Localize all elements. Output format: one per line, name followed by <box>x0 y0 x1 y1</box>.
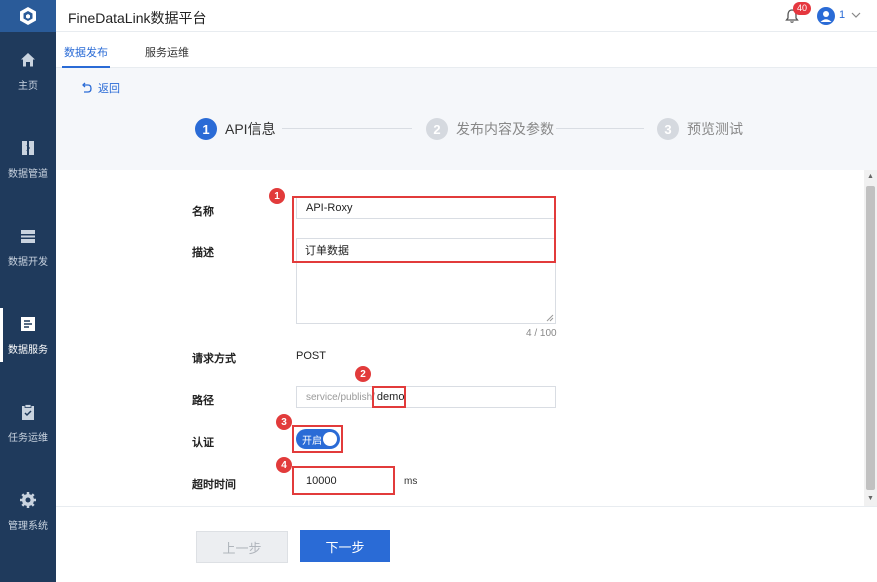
step-number: 3 <box>657 118 679 140</box>
prev-step-button[interactable]: 上一步 <box>196 531 288 563</box>
steps-area: 返回 1 API信息 2 发布内容及参数 3 预览测试 <box>56 68 877 170</box>
sidebar-item-dev[interactable]: 数据开发 <box>0 212 56 282</box>
step-publish-params: 2 发布内容及参数 <box>426 118 554 140</box>
desc-label: 描述 <box>192 247 214 259</box>
home-icon <box>21 52 35 66</box>
step-number: 1 <box>195 118 217 140</box>
notification-badge: 40 <box>793 2 812 15</box>
sidebar: 主页 数据管道 数据开发 数据服务 任务运维 管理系统 <box>0 0 56 582</box>
step-label: 预览测试 <box>687 121 743 137</box>
step-connector <box>556 128 644 129</box>
marker-1: 1 <box>269 188 285 204</box>
highlight-path <box>372 386 406 408</box>
marker-2: 2 <box>355 366 371 382</box>
sidebar-item-ops[interactable]: 任务运维 <box>0 388 56 458</box>
highlight-auth <box>292 425 343 453</box>
name-label: 名称 <box>192 206 214 218</box>
chevron-down-icon[interactable] <box>850 9 862 21</box>
scrollbar-thumb[interactable] <box>866 186 875 490</box>
sidebar-item-label: 管理系统 <box>8 520 48 532</box>
service-icon <box>21 316 35 331</box>
sidebar-item-label: 主页 <box>18 80 38 92</box>
user-avatar-icon[interactable] <box>817 7 835 25</box>
timeout-unit: ms <box>404 476 418 487</box>
highlight-name-desc <box>292 196 556 263</box>
sidebar-item-label: 任务运维 <box>8 432 48 444</box>
char-counter: 4 / 100 <box>526 328 557 339</box>
dev-icon <box>21 229 35 243</box>
back-arrow-icon <box>82 82 92 93</box>
marker-3: 3 <box>276 414 292 430</box>
step-label: API信息 <box>225 121 276 137</box>
sidebar-item-home[interactable]: 主页 <box>0 36 56 106</box>
next-step-button[interactable]: 下一步 <box>300 530 390 562</box>
sidebar-item-label: 数据开发 <box>8 256 48 268</box>
sidebar-item-admin[interactable]: 管理系统 <box>0 476 56 546</box>
pipeline-icon <box>22 140 34 155</box>
app-title: FineDataLink数据平台 <box>68 10 207 26</box>
marker-4: 4 <box>276 457 292 473</box>
tab-data-publish[interactable]: 数据发布 <box>62 44 110 68</box>
step-number: 2 <box>426 118 448 140</box>
method-label: 请求方式 <box>192 353 236 365</box>
scroll-down-arrow-icon[interactable]: ▼ <box>866 494 875 504</box>
top-bar: FineDataLink数据平台 40 1 <box>56 0 877 32</box>
timeout-label: 超时时间 <box>192 479 236 491</box>
app-logo[interactable] <box>0 0 56 32</box>
scroll-up-arrow-icon[interactable]: ▲ <box>866 172 875 182</box>
step-connector <box>282 128 412 129</box>
auth-label: 认证 <box>192 437 214 449</box>
back-link[interactable]: 返回 <box>80 80 120 96</box>
path-input[interactable]: service/publish/ demo <box>296 386 556 408</box>
clipboard-icon <box>22 403 34 420</box>
resize-handle-icon[interactable] <box>546 314 554 322</box>
user-name[interactable]: 1 <box>839 9 845 21</box>
step-preview-test: 3 预览测试 <box>657 118 743 140</box>
tab-service-ops[interactable]: 服务运维 <box>145 44 189 60</box>
method-value: POST <box>296 350 326 362</box>
path-prefix: service/publish/ <box>306 391 375 403</box>
sidebar-item-label: 数据服务 <box>8 344 48 356</box>
footer-bar <box>56 506 877 582</box>
sidebar-item-service[interactable]: 数据服务 <box>0 300 56 370</box>
gear-icon <box>20 491 36 508</box>
sidebar-item-pipeline[interactable]: 数据管道 <box>0 124 56 194</box>
highlight-timeout <box>292 466 395 495</box>
back-label: 返回 <box>98 83 120 95</box>
path-label: 路径 <box>192 395 214 407</box>
tab-bar: 数据发布 服务运维 <box>56 32 877 68</box>
logo-icon <box>20 7 36 25</box>
sidebar-item-label: 数据管道 <box>8 168 48 180</box>
step-api-info: 1 API信息 <box>195 118 276 140</box>
step-label: 发布内容及参数 <box>456 121 554 137</box>
